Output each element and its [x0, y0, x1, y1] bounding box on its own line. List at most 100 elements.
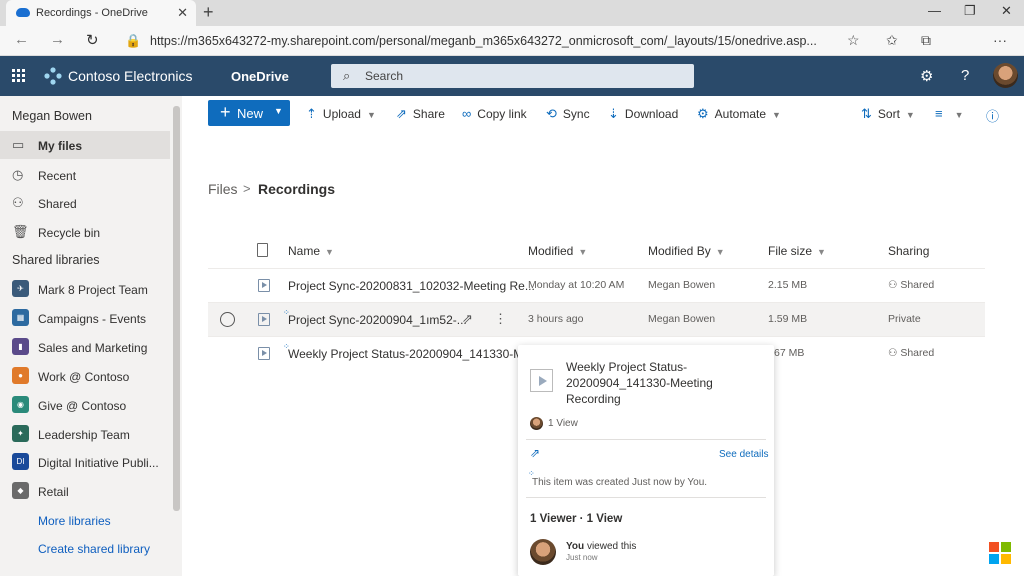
column-header-name[interactable]: Name ▼ [288, 244, 334, 258]
card-title[interactable]: Weekly Project Status-20200904_141330-Me… [566, 359, 756, 407]
column-header-sharing[interactable]: Sharing [888, 244, 929, 258]
info-icon[interactable]: ⓘ [986, 106, 999, 125]
nav-scrollbar[interactable] [173, 106, 180, 511]
chevron-down-icon: ▼ [772, 110, 781, 120]
column-header-modified-by[interactable]: Modified By ▼ [648, 244, 725, 258]
share-icon: ⇗ [396, 106, 407, 121]
library-sales-and-marketing[interactable]: ▮ Sales and Marketing [0, 333, 170, 361]
library-retail[interactable]: ◆ Retail [0, 477, 170, 505]
minimize-icon[interactable]: — [928, 3, 941, 18]
nav-item-shared[interactable]: ⚇ Shared [0, 189, 170, 217]
sync-button[interactable]: ⟲ Sync [546, 106, 590, 122]
sort-label: Sort [877, 107, 900, 121]
breadcrumb-files[interactable]: Files [208, 181, 238, 197]
url-field[interactable]: https://m365x643272-my.sharepoint.com/pe… [150, 34, 832, 48]
nav-item-recycle-bin[interactable]: 🗑 Recycle bin [0, 218, 170, 246]
library-icon: ● [12, 367, 29, 384]
browser-tab[interactable]: Recordings - OneDrive ✕ [6, 0, 196, 26]
library-work-at-contoso[interactable]: ● Work @ Contoso [0, 362, 170, 390]
brand-name[interactable]: Contoso Electronics [68, 68, 193, 84]
see-details-link[interactable]: See details [719, 449, 768, 460]
file-sharing: ⚇ Shared [888, 347, 934, 359]
automate-label: Automate [714, 107, 767, 121]
calendar-icon: ▦ [12, 309, 29, 326]
copy-link-button[interactable]: ∞ Copy link [462, 106, 527, 121]
share-label: Share [412, 107, 445, 121]
sort-button[interactable]: ⇅ Sort ▼ [861, 106, 915, 122]
tab-close-icon[interactable]: ✕ [177, 5, 188, 21]
file-name[interactable]: Weekly Project Status-20200904_141330-M.… [288, 347, 533, 361]
window-close-icon[interactable]: ✕ [1001, 3, 1012, 19]
file-modified-by: Megan Bowen [648, 313, 716, 325]
more-libraries-link[interactable]: More libraries [38, 514, 111, 528]
list-view-icon: ≡ [935, 106, 943, 121]
back-icon[interactable]: ← [14, 31, 29, 48]
library-campaigns-events[interactable]: ▦ Campaigns - Events [0, 304, 170, 332]
app-name[interactable]: OneDrive [231, 69, 289, 84]
forward-icon[interactable]: → [50, 31, 65, 48]
copy-link-label: Copy link [477, 107, 527, 121]
left-navigation: Megan Bowen ▭ My files ◷ Recent ⚇ Shared… [0, 96, 182, 576]
download-label: Download [624, 107, 679, 121]
upload-button[interactable]: ⇡ Upload ▼ [306, 106, 376, 122]
search-box[interactable]: ⌕ Search [331, 64, 694, 88]
file-size: 1.59 MB [768, 313, 808, 325]
file-name[interactable]: Project Sync-20200831_102032-Meeting Re.… [288, 279, 535, 293]
library-mark-8-project-team[interactable]: ✈ Mark 8 Project Team [0, 275, 170, 303]
di-badge-icon: DI [12, 453, 29, 470]
address-bar: ← → ↻ 🔒 https://m365x643272-my.sharepoin… [0, 26, 1024, 76]
restore-icon[interactable]: ❐ [964, 3, 976, 19]
user-avatar[interactable] [993, 63, 1018, 88]
table-row[interactable]: ⁘ Project Sync-20200904_1ım52-... ⇗ ⋮ 3 … [208, 302, 985, 336]
shared-icon: ⚇ [888, 279, 901, 291]
divider [526, 497, 766, 498]
automate-button[interactable]: ⚙ Automate ▼ [697, 106, 781, 122]
contoso-logo-icon [44, 67, 62, 85]
app-launcher-icon[interactable] [12, 69, 26, 83]
viewer-summary: 1 Viewer · 1 View [530, 513, 623, 525]
sync-label: Sync [562, 107, 590, 121]
share-button[interactable]: ⇗ Share [396, 106, 445, 122]
view-options-button[interactable]: ≡ ▼ [935, 106, 964, 121]
row-share-icon[interactable]: ⇗ [462, 311, 473, 327]
download-icon: ⇣ [608, 106, 619, 121]
collections-icon[interactable]: ⧉ [921, 32, 931, 49]
file-type-header-icon[interactable] [257, 243, 268, 257]
favorite-star-icon[interactable]: ☆ [847, 32, 860, 49]
chevron-down-icon: ▼ [905, 110, 915, 120]
favorites-list-icon[interactable]: ✩ [886, 32, 898, 49]
settings-gear-icon[interactable]: ⚙ [920, 67, 933, 85]
chevron-down-icon: ▼ [715, 247, 725, 257]
library-give-at-contoso[interactable]: ◉ Give @ Contoso [0, 391, 170, 419]
column-header-label: Sharing [888, 244, 930, 258]
upload-label: Upload [322, 107, 361, 121]
table-row[interactable]: Project Sync-20200831_102032-Meeting Re.… [208, 268, 985, 302]
shared-libraries-heading: Shared libraries [12, 253, 100, 267]
nav-item-my-files[interactable]: ▭ My files [0, 131, 170, 159]
library-digital-initiative[interactable]: DI Digital Initiative Publi... [0, 448, 170, 476]
create-shared-library-link[interactable]: Create shared library [38, 542, 150, 556]
lock-icon[interactable]: 🔒 [125, 33, 141, 49]
library-leadership-team[interactable]: ✦ Leadership Team [0, 420, 170, 448]
column-header-label: Name [288, 244, 321, 258]
new-button[interactable]: + New ▼ [208, 100, 290, 126]
browser-menu-icon[interactable]: ··· [993, 32, 1007, 48]
onedrive-cloud-icon [16, 8, 30, 17]
row-select-radio[interactable] [220, 312, 235, 327]
download-button[interactable]: ⇣ Download [608, 106, 678, 122]
row-more-actions-icon[interactable]: ⋮ [494, 311, 507, 327]
file-name[interactable]: Project Sync-20200904_1ım52-... [288, 313, 467, 327]
help-icon[interactable]: ? [961, 67, 969, 84]
column-header-label: Modified By [648, 244, 711, 258]
new-tab-icon[interactable]: + [203, 2, 214, 23]
library-label: Leadership Team [38, 428, 130, 442]
library-icon: ✈ [12, 280, 29, 297]
column-header-modified[interactable]: Modified ▼ [528, 244, 587, 258]
refresh-icon[interactable]: ↻ [86, 31, 99, 49]
upload-icon: ⇡ [306, 106, 317, 121]
column-header-file-size[interactable]: File size ▼ [768, 244, 826, 258]
nav-item-recent[interactable]: ◷ Recent [0, 161, 170, 189]
video-thumbnail-icon[interactable] [530, 369, 553, 392]
column-header-label: Modified [528, 244, 574, 258]
share-icon[interactable]: ⇗ [530, 446, 540, 460]
